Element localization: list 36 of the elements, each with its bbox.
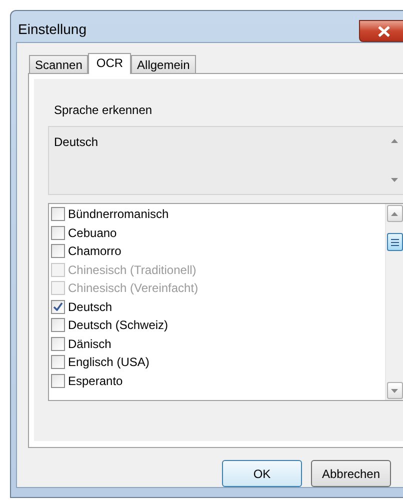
- language-label[interactable]: Englisch (USA): [68, 353, 150, 372]
- scroll-down-button[interactable]: [386, 382, 402, 399]
- scroll-up-icon[interactable]: [390, 139, 398, 143]
- language-label[interactable]: Deutsch: [68, 298, 112, 316]
- tab[interactable]: Scannen: [29, 55, 88, 73]
- language-label[interactable]: Esperanto: [68, 372, 123, 390]
- cancel-button[interactable]: Abbrechen: [311, 460, 391, 487]
- scrollbar[interactable]: [385, 204, 403, 400]
- checkbox[interactable]: [51, 374, 65, 388]
- scroll-up-button[interactable]: [386, 205, 402, 222]
- scroll-thumb[interactable]: [386, 233, 402, 251]
- close-button[interactable]: [359, 20, 403, 42]
- selected-languages-field[interactable]: Deutsch: [48, 126, 403, 195]
- tab[interactable]: OCR: [88, 53, 132, 74]
- checkbox[interactable]: [51, 318, 65, 332]
- check-icon: [53, 302, 63, 312]
- ok-button[interactable]: OK: [222, 460, 302, 487]
- checkbox[interactable]: [51, 207, 65, 222]
- close-icon: [378, 26, 390, 36]
- language-label[interactable]: Deutsch (Schweiz): [68, 316, 168, 334]
- checkbox[interactable]: [51, 226, 65, 240]
- grip-icon: [390, 238, 398, 246]
- scroll-down-icon[interactable]: [391, 388, 398, 392]
- scroll-up-icon[interactable]: [391, 212, 398, 216]
- language-label[interactable]: Dänisch: [68, 334, 112, 353]
- checkbox[interactable]: [51, 300, 65, 314]
- section-label: Sprache erkennen: [54, 102, 154, 119]
- language-label[interactable]: Cebuano: [68, 224, 117, 242]
- scroll-down-icon[interactable]: [390, 178, 398, 182]
- checkbox[interactable]: [51, 244, 65, 258]
- language-label[interactable]: Bündnerromanisch: [68, 205, 169, 224]
- tab[interactable]: Allgemein: [131, 55, 196, 73]
- window-title: Einstellung: [18, 20, 86, 39]
- checkbox[interactable]: [51, 355, 65, 370]
- language-label[interactable]: Chamorro: [68, 242, 122, 260]
- checkbox[interactable]: [51, 336, 65, 351]
